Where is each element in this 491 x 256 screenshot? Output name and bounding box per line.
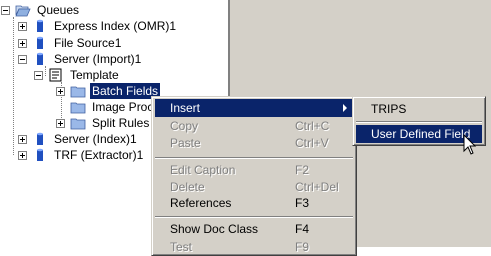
queue-cylinder-icon	[37, 19, 43, 32]
tree-item-express-index[interactable]: Express Index (OMR)1	[18, 18, 178, 34]
tree-item-trf-extractor[interactable]: TRF (Extractor)1	[18, 147, 145, 163]
menu-item-label: Edit Caption	[170, 163, 236, 177]
menu-item-label: References	[170, 196, 232, 210]
expand-icon[interactable]	[18, 134, 27, 144]
menu-item-label: TRIPS	[371, 102, 407, 116]
submenu-arrow-icon	[343, 104, 347, 112]
tree-item-image-processing[interactable]: Image Proce	[56, 99, 162, 115]
menu-separator	[356, 121, 482, 123]
menu-separator	[155, 157, 353, 159]
tree-item-split-rules[interactable]: Split Rules	[56, 115, 151, 131]
folder-open-icon	[15, 5, 31, 17]
menu-item-paste[interactable]: Paste Ctrl+V	[155, 134, 353, 152]
tree-label: Split Rules	[92, 116, 150, 130]
menu-item-test[interactable]: Test F9	[155, 238, 353, 256]
menu-item-shortcut: F9	[295, 240, 310, 254]
menu-item-insert[interactable]: Insert	[155, 99, 353, 117]
expand-icon[interactable]	[18, 38, 27, 48]
tree-label: Server (Import)1	[54, 52, 142, 66]
collapse-icon[interactable]	[34, 70, 43, 80]
menu-item-label: Show Doc Class	[170, 222, 259, 236]
tree-item-server-import[interactable]: Server (Import)1	[18, 51, 143, 67]
menu-item-shortcut: Ctrl+C	[295, 119, 330, 133]
menu-item-shortcut: Ctrl+V	[295, 136, 329, 150]
queue-cylinder-icon	[37, 148, 43, 161]
expand-icon[interactable]	[56, 118, 65, 128]
tree-label: File Source1	[54, 36, 122, 50]
menu-item-label: User Defined Field	[371, 127, 471, 141]
menu-item-shortcut: F4	[295, 222, 310, 236]
tree-item-batch-fields[interactable]: Batch Fields	[56, 82, 162, 100]
folder-icon	[70, 86, 86, 98]
tree-label: Express Index (OMR)1	[54, 19, 177, 33]
tree-item-file-source[interactable]: File Source1	[18, 35, 123, 51]
menu-item-show-doc-class[interactable]: Show Doc Class F4	[155, 220, 353, 238]
tree-label-selected: Batch Fields	[88, 82, 162, 100]
context-menu: Insert Copy Ctrl+C Paste Ctrl+V Edit Cap…	[151, 96, 357, 256]
menu-item-label: Paste	[170, 136, 201, 150]
tree-root-queues[interactable]: Queues	[1, 2, 81, 18]
tree-label: Template	[70, 68, 119, 82]
collapse-icon[interactable]	[1, 5, 10, 15]
menu-item-shortcut: F3	[295, 196, 310, 210]
menu-item-references[interactable]: References F3	[155, 194, 353, 212]
submenu-item-trips[interactable]: TRIPS	[356, 100, 482, 118]
menu-item-label: Insert	[170, 101, 201, 115]
menu-separator	[155, 216, 353, 218]
mouse-cursor-icon	[463, 134, 477, 155]
tree-item-template[interactable]: Template	[34, 67, 121, 83]
template-icon	[49, 68, 62, 82]
expand-icon[interactable]	[18, 150, 27, 160]
queue-cylinder-icon	[37, 36, 43, 49]
expand-icon[interactable]	[18, 21, 27, 31]
tree-label: TRF (Extractor)1	[54, 148, 144, 162]
tree-connector	[13, 17, 14, 155]
menu-item-label: Copy	[170, 119, 199, 133]
folder-icon	[70, 102, 86, 114]
expand-icon[interactable]	[56, 86, 65, 96]
queue-cylinder-icon	[37, 52, 43, 65]
menu-item-shortcut: F2	[295, 163, 310, 177]
menu-item-edit-caption[interactable]: Edit Caption F2	[155, 161, 353, 179]
tree-label: Queues	[37, 3, 80, 17]
collapse-icon[interactable]	[18, 54, 27, 64]
queue-cylinder-icon	[37, 132, 43, 145]
tree-label: Server (Index)1	[54, 132, 137, 146]
menu-item-label: Test	[170, 240, 193, 254]
tree-item-server-index[interactable]: Server (Index)1	[18, 131, 139, 147]
folder-icon	[70, 118, 86, 130]
menu-item-copy[interactable]: Copy Ctrl+C	[155, 117, 353, 135]
